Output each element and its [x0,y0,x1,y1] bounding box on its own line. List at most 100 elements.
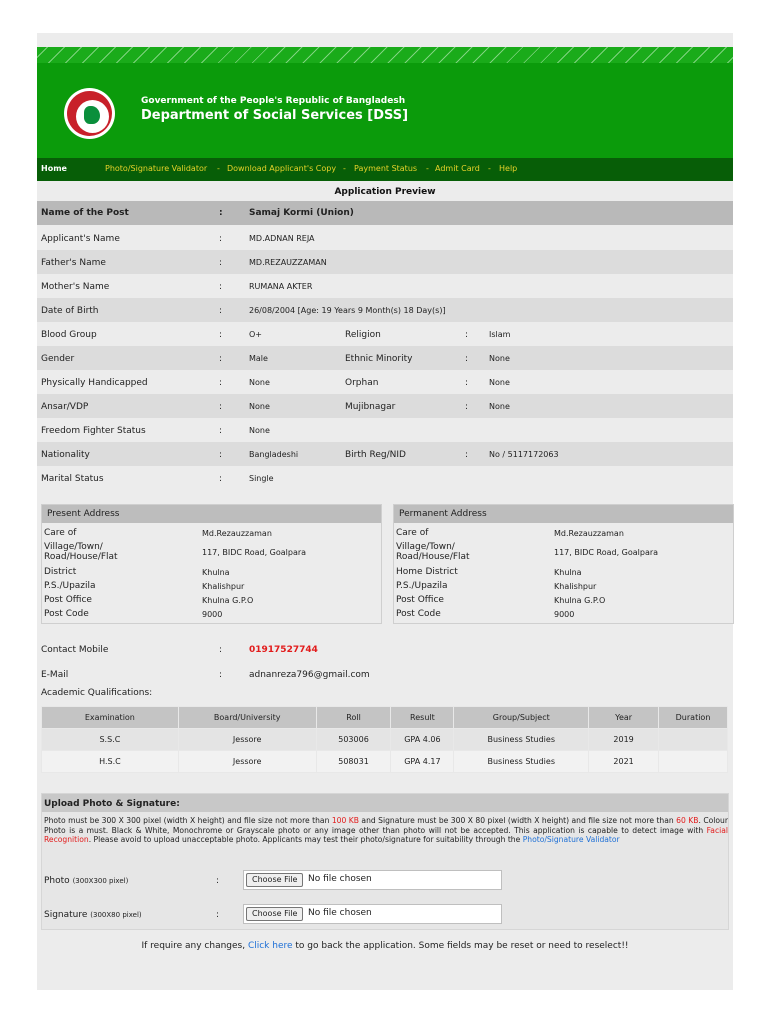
nav-admit-card[interactable]: Admit Card [435,164,480,173]
ansar-mujibnagar-row: Ansar/VDP : None Mujibnagar : None [37,394,733,418]
nav-separator: - [488,164,491,173]
nav-help[interactable]: Help [499,164,517,173]
mother-name-row: Mother's Name : RUMANA AKTER [37,274,733,298]
table-cell: Jessore [177,728,317,751]
column-header: Group/Subject [453,706,590,729]
signature-file-input[interactable]: Choose File No file chosen [243,904,502,924]
address-label: District [44,567,77,577]
table-cell: 2019 [588,728,660,751]
table-header-row: Examination Board/University Roll Result… [41,706,728,729]
table-cell: S.S.C [41,728,179,751]
field-label: Birth Reg/NID [345,450,406,460]
present-post-code-value: 9000 [202,610,223,619]
nav-home[interactable]: Home [41,164,67,173]
field-label: Applicant's Name [41,234,120,244]
present-post-office-value: Khulna G.P.O [202,596,254,605]
upload-section-title: Upload Photo & Signature: [42,794,728,812]
colon: : [465,450,469,460]
field-label: Contact Mobile [41,645,109,655]
field-label: Physically Handicapped [41,378,148,388]
address-label: Post Office [44,595,92,605]
address-label: Care of [396,528,429,538]
birth-reg-value: No / 5117172063 [489,450,559,459]
signature-label: Signature (300X80 pixel) [44,910,142,920]
field-label: Date of Birth [41,306,99,316]
colon: : [219,402,223,412]
field-label: Father's Name [41,258,106,268]
marital-status-row: Marital Status : Single [37,466,733,490]
dob-value: 26/08/2004 [Age: 19 Years 9 Month(s) 18 … [249,306,446,315]
column-header: Roll [315,706,392,729]
nav-payment-status[interactable]: Payment Status [354,164,417,173]
permanent-ps-value: Khalishpur [554,582,597,591]
colon: : [219,378,223,388]
academic-qualifications-label: Academic Qualifications: [41,688,153,698]
orphan-value: None [489,378,510,387]
mother-name-value: RUMANA AKTER [249,282,313,291]
photo-size-hint: (300X300 pixel) [72,877,129,885]
signature-size-limit: 60 KB [676,816,699,825]
nav-photo-signature-validator[interactable]: Photo/Signature Validator [105,164,207,173]
colon: : [219,354,223,364]
present-address-title: Present Address [42,505,381,523]
applicant-name-value: MD.ADNAN REJA [249,234,315,243]
permanent-post-office-value: Khulna G.P.O [554,596,606,605]
blood-group-value: O+ [249,330,262,339]
table-row: H.S.C Jessore 508031 GPA 4.17 Business S… [41,750,728,773]
address-label: Post Office [396,595,444,605]
field-label: Mother's Name [41,282,110,292]
academic-table: Examination Board/University Roll Result… [41,706,728,773]
photo-size-limit: 100 KB [331,816,359,825]
photo-signature-validator-link[interactable]: Photo/Signature Validator [523,835,620,844]
address-label: Care of [44,528,77,538]
permanent-village-value: 117, BIDC Road, Goalpara [554,548,659,557]
field-label: Freedom Fighter Status [41,426,146,436]
address-label: Post Code [44,609,89,619]
email-value: adnanreza796@gmail.com [249,670,370,680]
field-label: Ethnic Minority [345,354,413,364]
colon: : [219,208,223,218]
nav-download-applicant-copy[interactable]: Download Applicant's Copy [227,164,336,173]
field-label: Orphan [345,378,379,388]
colon: : [219,645,223,655]
column-header: Result [390,706,455,729]
present-village-value: 117, BIDC Road, Goalpara [202,548,307,557]
colon: : [219,450,223,460]
physically-handicapped-value: None [249,378,270,387]
father-name-value: MD.REZAUZZAMAN [249,258,327,267]
table-row: S.S.C Jessore 503006 GPA 4.06 Business S… [41,728,728,751]
colon: : [219,474,223,484]
present-address-box: Present Address Care of Md.Rezauzzaman V… [41,504,382,624]
photo-choose-file-button[interactable]: Choose File [246,873,304,887]
permanent-district-value: Khulna [554,568,582,577]
field-label: Marital Status [41,474,104,484]
nav-separator: - [343,164,346,173]
column-header: Year [588,706,660,729]
field-label: Mujibnagar [345,402,396,412]
mujibnagar-value: None [489,402,510,411]
field-label: Religion [345,330,381,340]
click-here-link[interactable]: Click here [248,941,293,951]
address-label: Post Code [396,609,441,619]
permanent-care-of-value: Md.Rezauzzaman [554,529,624,538]
table-cell: 508031 [315,750,392,773]
address-label: Village/Town/ [396,542,455,552]
government-title: Government of the People's Republic of B… [141,96,406,106]
dob-row: Date of Birth : 26/08/2004 [Age: 19 Year… [37,298,733,322]
religion-value: Islam [489,330,511,339]
column-header: Duration [658,706,728,729]
colon: : [219,306,223,316]
address-label: Home District [396,567,458,577]
signature-choose-file-button[interactable]: Choose File [246,907,304,921]
colon: : [219,330,223,340]
field-label: Gender [41,354,75,364]
address-label: Village/Town/ [44,542,103,552]
application-page: Government of the People's Republic of B… [37,33,734,990]
photo-file-input[interactable]: Choose File No file chosen [243,870,502,890]
column-header: Board/University [177,706,317,729]
address-label: Road/House/Flat [44,552,118,562]
table-cell: GPA 4.06 [390,728,455,751]
address-label: Road/House/Flat [396,552,470,562]
colon: : [219,234,223,244]
signature-size-hint: (300X80 pixel) [90,911,142,919]
